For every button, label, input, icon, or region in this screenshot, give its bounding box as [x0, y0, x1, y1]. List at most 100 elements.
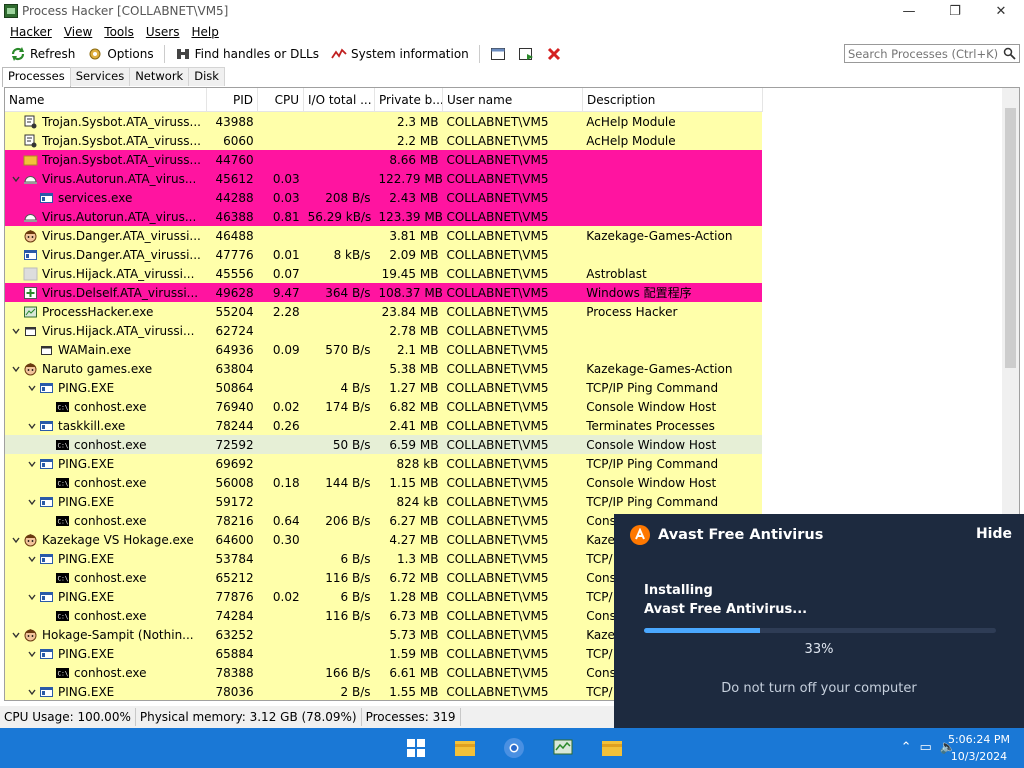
- menu-view[interactable]: View: [58, 25, 98, 39]
- process-row[interactable]: PING.EXE 50864 4 B/s 1.27 MB COLLABNET\VM5 TC…: [5, 378, 762, 397]
- chevron-up-icon[interactable]: ⌃: [901, 740, 912, 755]
- process-private-bytes: 6.73 MB: [389, 608, 439, 623]
- process-row[interactable]: C:\ conhost.exe 76940 0.02 174 B/s 6.82 MB COL…: [5, 397, 762, 416]
- process-row[interactable]: WAMain.exe 64936 0.09 570 B/s 2.1 MB COLLABNE…: [5, 340, 762, 359]
- terminate-process-button[interactable]: [540, 43, 568, 65]
- process-row[interactable]: Virus.Delself.ATA_virussi... 49628 9.47 364…: [5, 283, 762, 302]
- process-row[interactable]: PING.EXE 59172 824 kB COLLABNET\VM5 TCP/IP P…: [5, 492, 762, 511]
- chrome-browser-icon[interactable]: [502, 736, 526, 760]
- tab-processes[interactable]: Processes: [2, 67, 71, 87]
- process-row[interactable]: Trojan.Sysbot.ATA_viruss... 44760 8.66 MB C…: [5, 150, 762, 169]
- column-header-name[interactable]: Name: [5, 88, 207, 112]
- refresh-button[interactable]: Refresh: [4, 43, 81, 65]
- process-io-total: 364 B/s: [325, 285, 371, 300]
- process-user-name: COLLABNET\VM5: [446, 266, 549, 281]
- process-pid: 74284: [215, 608, 254, 623]
- process-private-bytes: 2.41 MB: [389, 418, 439, 433]
- process-row[interactable]: Naruto games.exe 63804 5.38 MB COLLABNET\VM…: [5, 359, 762, 378]
- folder-taskbar-icon[interactable]: [600, 736, 624, 760]
- column-header-description[interactable]: Description: [583, 88, 763, 112]
- process-row[interactable]: Trojan.Sysbot.ATA_viruss... 6060 2.2 MB COL…: [5, 131, 762, 150]
- process-row[interactable]: Virus.Danger.ATA_virussi... 46488 3.81 MB C…: [5, 226, 762, 245]
- search-processes-box[interactable]: [844, 44, 1020, 63]
- scrollbar-thumb[interactable]: [1005, 108, 1016, 368]
- process-row[interactable]: Virus.Hijack.ATA_virussi... 62724 2.78 MB C…: [5, 321, 762, 340]
- tab-services[interactable]: Services: [69, 67, 131, 86]
- window-find-thread-button[interactable]: [512, 43, 540, 65]
- process-row[interactable]: Virus.Danger.ATA_virussi... 47776 0.01 8 kB…: [5, 245, 762, 264]
- chevron-down-icon[interactable]: [9, 172, 23, 186]
- system-information-button[interactable]: System information: [325, 43, 475, 65]
- chevron-down-icon[interactable]: [9, 324, 23, 338]
- chevron-down-icon[interactable]: [25, 419, 39, 433]
- process-name-cell: WAMain.exe: [5, 343, 207, 357]
- process-row[interactable]: taskkill.exe 78244 0.26 2.41 MB COLLABNET\VM…: [5, 416, 762, 435]
- find-handles-button[interactable]: Find handles or DLLs: [169, 43, 325, 65]
- menu-tools[interactable]: Tools: [98, 25, 140, 39]
- process-name-cell: Virus.Autorun.ATA_virus...: [5, 210, 207, 224]
- process-description: Console Window Host: [586, 399, 717, 414]
- process-row[interactable]: Trojan.Sysbot.ATA_viruss... 43988 2.3 MB CO…: [5, 112, 762, 131]
- avast-hide-button[interactable]: Hide: [976, 526, 1012, 542]
- column-header-io-total[interactable]: I/O total ...: [304, 88, 375, 112]
- chevron-down-icon[interactable]: [25, 457, 39, 471]
- menu-help[interactable]: Help: [185, 25, 224, 39]
- process-name: WAMain.exe: [58, 342, 132, 357]
- chevron-down-icon[interactable]: [25, 381, 39, 395]
- process-description: TCP/IP Ping Command: [586, 456, 719, 471]
- console-icon: C:\: [55, 571, 70, 585]
- process-pid: 64936: [215, 342, 254, 357]
- process-private-bytes: 122.79 MB: [378, 171, 443, 186]
- maximize-button[interactable]: ❐: [932, 0, 978, 22]
- avast-title: Avast Free Antivirus: [658, 527, 824, 543]
- process-private-bytes: 6.61 MB: [389, 665, 439, 680]
- minimize-button[interactable]: —: [886, 0, 932, 22]
- tab-disk[interactable]: Disk: [188, 67, 225, 86]
- network-icon[interactable]: ▭: [920, 740, 932, 755]
- chevron-down-icon[interactable]: [25, 552, 39, 566]
- windows-start-icon[interactable]: [404, 736, 428, 760]
- process-row[interactable]: PING.EXE 69692 828 kB COLLABNET\VM5 TCP/IP P…: [5, 454, 762, 473]
- process-hacker-taskbar-icon[interactable]: [551, 736, 575, 760]
- process-row[interactable]: services.exe 44288 0.03 208 B/s 2.43 MB COLLA…: [5, 188, 762, 207]
- process-user-name: COLLABNET\VM5: [446, 323, 549, 338]
- process-pid: 62724: [215, 323, 254, 338]
- process-pid: 78388: [215, 665, 254, 680]
- window-find-button[interactable]: [484, 43, 512, 65]
- close-button[interactable]: ✕: [978, 0, 1024, 22]
- window-icon: [39, 647, 54, 661]
- process-row[interactable]: Virus.Autorun.ATA_virus... 46388 0.81 56.29…: [5, 207, 762, 226]
- chevron-down-icon[interactable]: [25, 685, 39, 699]
- chevron-down-icon[interactable]: [25, 590, 39, 604]
- chevron-down-icon[interactable]: [25, 495, 39, 509]
- column-header-private-bytes[interactable]: Private b...: [375, 88, 443, 112]
- file-explorer-icon[interactable]: [453, 736, 477, 760]
- column-header-pid[interactable]: PID: [207, 88, 258, 112]
- system-information-label: System information: [350, 47, 469, 61]
- process-row[interactable]: Virus.Hijack.ATA_virussi... 45556 0.07 19.4…: [5, 264, 762, 283]
- chevron-down-icon[interactable]: [9, 533, 23, 547]
- process-row[interactable]: ProcessHacker.exe 55204 2.28 23.84 MB COLLAB…: [5, 302, 762, 321]
- process-user-name: COLLABNET\VM5: [446, 247, 549, 262]
- chevron-down-icon[interactable]: [9, 362, 23, 376]
- process-row[interactable]: C:\ conhost.exe 56008 0.18 144 B/s 1.15 MB COL…: [5, 473, 762, 492]
- column-header-cpu[interactable]: CPU: [258, 88, 304, 112]
- search-input[interactable]: [848, 46, 998, 61]
- menu-users[interactable]: Users: [140, 25, 186, 39]
- console-icon: C:\: [55, 609, 70, 623]
- column-header-user-name[interactable]: User name: [443, 88, 583, 112]
- chevron-down-icon[interactable]: [25, 647, 39, 661]
- process-row[interactable]: Virus.Autorun.ATA_virus... 45612 0.03 122.7…: [5, 169, 762, 188]
- taskbar-clock[interactable]: 5:06:24 PM 10/3/2024: [948, 731, 1010, 765]
- options-button[interactable]: Options: [81, 43, 159, 65]
- process-io-total: 144 B/s: [325, 475, 371, 490]
- menu-hacker[interactable]: Hacker: [4, 25, 58, 39]
- chevron-down-icon[interactable]: [9, 628, 23, 642]
- tab-network[interactable]: Network: [129, 67, 190, 86]
- process-pid: 47776: [215, 247, 254, 262]
- process-row[interactable]: C:\ conhost.exe 72592 50 B/s 6.59 MB COLLABNE…: [5, 435, 762, 454]
